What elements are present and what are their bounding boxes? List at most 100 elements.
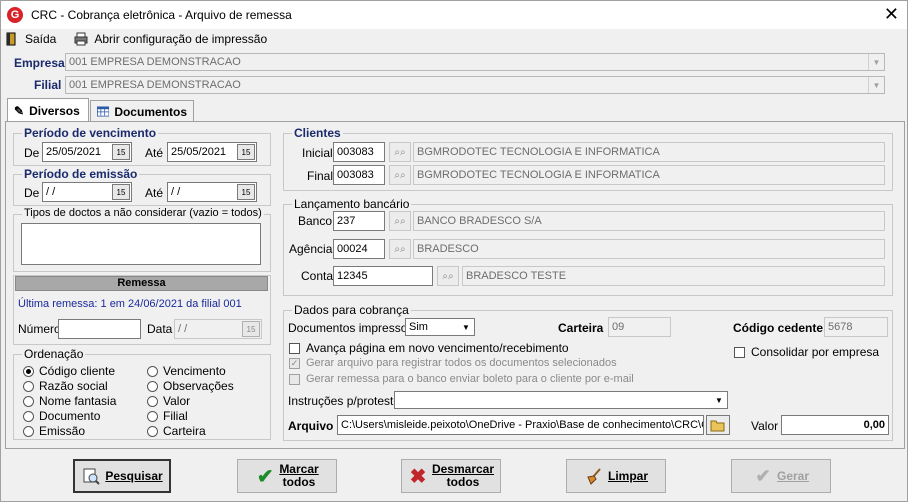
tab-diversos[interactable]: ✎ Diversos: [7, 98, 89, 122]
radio-emissao[interactable]: Emissão: [23, 424, 85, 438]
ordenacao-title: Ordenação: [22, 347, 86, 361]
docs-impressos-label: Documentos impressos: [288, 321, 414, 335]
binoculars-icon[interactable]: ⌕⌕: [437, 266, 459, 286]
agencia-code[interactable]: 00024: [333, 239, 385, 259]
clientes-title: Clientes: [292, 126, 343, 140]
radio-icon: [23, 425, 34, 437]
checkbox-icon: [289, 373, 300, 385]
emissao-ate-label: Até: [145, 186, 164, 200]
tipos-title: Tipos de doctos a não considerar (vazio …: [22, 207, 264, 219]
consolidar-checkbox[interactable]: Consolidar por empresa: [734, 345, 879, 359]
gerar-email-checkbox[interactable]: Gerar remessa para o banco enviar boleto…: [289, 373, 634, 385]
filial-label: Filial: [34, 78, 62, 92]
radio-icon: [147, 410, 158, 422]
vencimento-de-label: De: [24, 146, 40, 160]
filial-select[interactable]: 001 EMPRESA DEMONSTRACAO ▼: [65, 76, 885, 94]
tab-documentos[interactable]: Documentos: [90, 100, 194, 122]
radio-icon: [147, 365, 158, 377]
remessa-numero-label: Número: [18, 322, 61, 336]
checkbox-icon: [289, 342, 300, 354]
consolidar-label: Consolidar por empresa: [751, 345, 880, 359]
menu-exit[interactable]: Saída: [5, 32, 56, 46]
radio-observacoes[interactable]: Observações: [147, 379, 234, 393]
limpar-button[interactable]: Limpar: [566, 459, 666, 493]
folder-open-icon[interactable]: [706, 415, 730, 435]
marcar-label-2: todos: [282, 475, 316, 489]
binoculars-icon[interactable]: ⌕⌕: [389, 142, 411, 162]
arquivo-label: Arquivo: [288, 419, 334, 433]
banco-name: BANCO BRADESCO S/A: [413, 211, 885, 231]
valor-input[interactable]: 0,00: [781, 415, 889, 435]
radio-label: Documento: [39, 409, 101, 423]
radio-icon: [23, 380, 34, 392]
marcar-label-1: Marcar: [279, 462, 319, 476]
close-icon[interactable]: ✕: [884, 5, 899, 23]
radio-nome-fantasia[interactable]: Nome fantasia: [23, 394, 116, 408]
x-icon: ✖: [409, 465, 427, 488]
radio-icon: [147, 395, 158, 407]
gerar-button[interactable]: ✔ Gerar: [731, 459, 831, 493]
calendar-icon[interactable]: 15: [242, 321, 260, 337]
search-document-icon: [81, 466, 101, 486]
clientes-final-name: BGMRODOTEC TECNOLOGIA E INFORMATICA: [413, 165, 885, 185]
chevron-down-icon: ▼: [715, 395, 723, 405]
tab-diversos-label: Diversos: [29, 103, 80, 118]
banco-code[interactable]: 237: [333, 211, 385, 231]
emissao-title: Período de emissão: [22, 167, 140, 181]
carteira-input[interactable]: 09: [608, 317, 671, 337]
radio-label: Nome fantasia: [39, 394, 117, 408]
printer-icon: [74, 32, 88, 46]
empresa-select[interactable]: 001 EMPRESA DEMONSTRACAO ▼: [65, 53, 885, 71]
avanca-checkbox[interactable]: Avança página em novo vencimento/recebim…: [289, 341, 569, 355]
desmarcar-todos-button[interactable]: ✖ Desmarcar todos: [401, 459, 501, 493]
marcar-todos-button[interactable]: ✔ Marcar todos: [237, 459, 337, 493]
tipos-textarea[interactable]: [21, 223, 261, 265]
calendar-icon[interactable]: 15: [112, 184, 130, 200]
clientes-inicial-label: Inicial: [302, 146, 333, 160]
check-icon: ✔: [755, 465, 771, 486]
clientes-final-label: Final: [307, 169, 334, 183]
radio-icon: [147, 425, 158, 437]
radio-icon: [147, 380, 158, 392]
binoculars-icon[interactable]: ⌕⌕: [389, 165, 411, 185]
clientes-inicial-code[interactable]: 003083: [333, 142, 385, 162]
remessa-data-label: Data: [147, 322, 173, 336]
emissao-de-label: De: [24, 186, 40, 200]
radio-icon: [23, 410, 34, 422]
menu-exit-label: Saída: [25, 32, 57, 46]
calendar-icon[interactable]: 15: [237, 184, 255, 200]
calendar-icon[interactable]: 15: [112, 144, 130, 160]
radio-codigo-cliente[interactable]: Código cliente: [23, 364, 115, 378]
menu-print-config[interactable]: Abrir configuração de impressão: [74, 32, 267, 46]
menu-bar: Saída Abrir configuração de impressão: [1, 29, 907, 49]
clientes-inicial-name: BGMRODOTEC TECNOLOGIA E INFORMATICA: [413, 142, 885, 162]
cedente-input[interactable]: 5678: [824, 317, 888, 337]
vencimento-ate-label: Até: [145, 146, 164, 160]
remessa-info: Última remessa: 1 em 24/06/2021 da filia…: [18, 298, 242, 310]
tab-documentos-label: Documentos: [114, 104, 187, 119]
docs-impressos-select[interactable]: Sim ▼: [405, 318, 475, 336]
binoculars-icon[interactable]: ⌕⌕: [389, 211, 411, 231]
checkbox-icon: [734, 346, 745, 358]
instrucoes-select[interactable]: ▼: [394, 391, 728, 409]
binoculars-icon[interactable]: ⌕⌕: [389, 239, 411, 259]
gerar-todos-checkbox[interactable]: ✓ Gerar arquivo para registrar todos os d…: [289, 357, 617, 369]
radio-carteira[interactable]: Carteira: [147, 424, 206, 438]
chevron-down-icon: ▼: [868, 54, 884, 70]
radio-vencimento[interactable]: Vencimento: [147, 364, 226, 378]
pesquisar-button[interactable]: Pesquisar: [73, 459, 171, 493]
radio-label: Valor: [163, 394, 191, 408]
remessa-numero-input[interactable]: [58, 319, 141, 339]
conta-code[interactable]: 12345: [333, 266, 433, 286]
radio-razao-social[interactable]: Razão social: [23, 379, 108, 393]
radio-filial[interactable]: Filial: [147, 409, 188, 423]
cedente-label: Código cedente: [733, 321, 824, 335]
arquivo-input[interactable]: C:\Users\misleide.peixoto\OneDrive - Pra…: [337, 415, 704, 435]
gerar-todos-label: Gerar arquivo para registrar todos os do…: [306, 357, 617, 369]
clientes-final-code[interactable]: 003083: [333, 165, 385, 185]
calendar-icon[interactable]: 15: [237, 144, 255, 160]
radio-label: Carteira: [163, 424, 206, 438]
radio-documento[interactable]: Documento: [23, 409, 100, 423]
radio-valor[interactable]: Valor: [147, 394, 190, 408]
avanca-label: Avança página em novo vencimento/recebim…: [306, 341, 569, 355]
